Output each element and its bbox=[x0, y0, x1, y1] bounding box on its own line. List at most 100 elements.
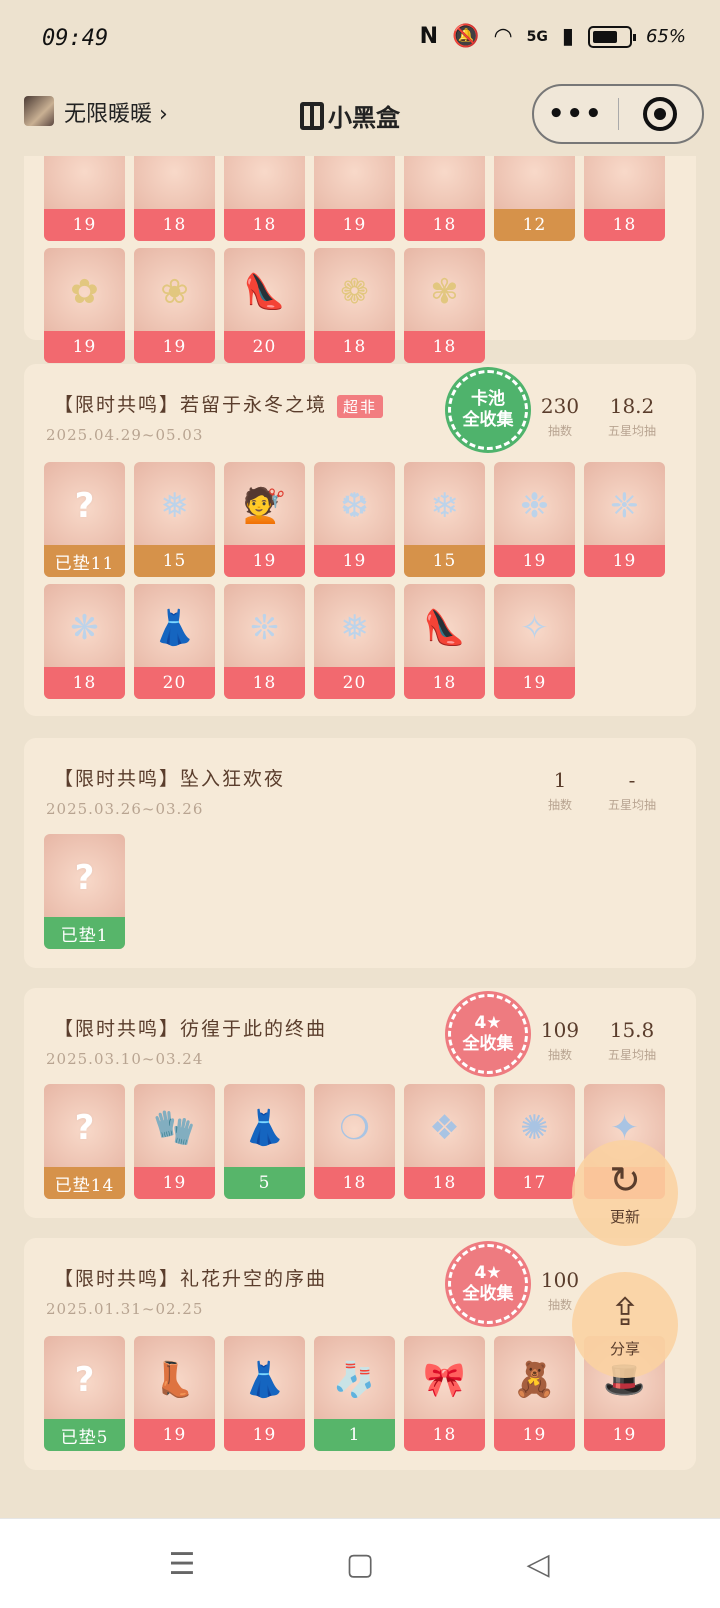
item-pull-count: 17 bbox=[494, 1167, 575, 1199]
item-card[interactable]: ❋ 18 bbox=[44, 584, 125, 699]
item-art: ✺ bbox=[520, 1108, 549, 1148]
item-card[interactable]: 18 bbox=[134, 156, 215, 241]
item-pity-count: 已垫1 bbox=[44, 917, 125, 949]
back-icon[interactable]: ◁ bbox=[518, 1547, 558, 1587]
item-card[interactable]: ✾ 18 bbox=[404, 248, 485, 363]
item-card-unknown[interactable]: ? 已垫1 bbox=[44, 834, 125, 949]
item-art: ❆ bbox=[340, 486, 369, 526]
battery-icon bbox=[587, 25, 636, 48]
item-pull-count: 18 bbox=[584, 209, 665, 241]
pull-count-label: 抽数 bbox=[547, 798, 572, 812]
item-pull-count: 18 bbox=[314, 331, 395, 363]
item-card[interactable]: ❀ 19 bbox=[134, 248, 215, 363]
item-pull-count: 19 bbox=[134, 1419, 215, 1451]
home-icon[interactable]: ▢ bbox=[340, 1547, 380, 1587]
item-card[interactable]: 👗 19 bbox=[224, 1336, 305, 1451]
item-card[interactable]: 19 bbox=[314, 156, 395, 241]
item-card[interactable]: 12 bbox=[494, 156, 575, 241]
item-art: 🧤 bbox=[153, 1108, 196, 1148]
pool-date: 2025.01.31~02.25 bbox=[46, 1300, 204, 1318]
item-card[interactable]: 18 bbox=[584, 156, 665, 241]
item-card[interactable]: ❈ 19 bbox=[584, 462, 665, 577]
item-card[interactable]: 🧤 19 bbox=[134, 1084, 215, 1199]
pool-title-text: 【限时共鸣】若留于永冬之境 bbox=[54, 394, 328, 416]
item-pull-count: 19 bbox=[44, 331, 125, 363]
refresh-button[interactable]: ↻ 更新 bbox=[572, 1140, 678, 1246]
game-avatar[interactable] bbox=[24, 96, 54, 126]
item-card[interactable]: ✧ 19 bbox=[494, 584, 575, 699]
status-time: 09:49 bbox=[42, 26, 109, 51]
item-art: ❄ bbox=[430, 486, 459, 526]
share-button[interactable]: ⇪ 分享 bbox=[572, 1272, 678, 1378]
item-pull-count: 19 bbox=[494, 1419, 575, 1451]
luck-tag: 超非 bbox=[337, 394, 384, 418]
item-pull-count: 19 bbox=[494, 545, 575, 577]
game-account-switch[interactable]: 无限暖暖 › bbox=[64, 96, 168, 128]
item-card[interactable]: 👠 18 bbox=[404, 584, 485, 699]
shoes-art: 👠 bbox=[243, 272, 286, 312]
item-pull-count: 18 bbox=[134, 209, 215, 241]
refresh-label: 更新 bbox=[609, 1207, 640, 1226]
item-card[interactable]: ❁ 18 bbox=[314, 248, 395, 363]
item-pull-count: 19 bbox=[134, 331, 215, 363]
pool-title: 【限时共鸣】礼花升空的序曲 bbox=[54, 1268, 328, 1290]
item-pull-count: 18 bbox=[404, 667, 485, 699]
item-card[interactable]: ❅ 20 bbox=[314, 584, 395, 699]
item-card[interactable]: 👠 20 bbox=[224, 248, 305, 363]
avg-pull-value: - bbox=[628, 768, 636, 792]
avg-pull-value: 18.2 bbox=[609, 394, 655, 418]
pool-title: 【限时共鸣】若留于永冬之境 超非 bbox=[54, 390, 384, 418]
four-star-collection-badge: 4★ 全收集 bbox=[448, 994, 528, 1074]
accessory-art: ✾ bbox=[430, 272, 459, 312]
item-art: 👗 bbox=[243, 1360, 286, 1400]
item-pull-count: 18 bbox=[44, 667, 125, 699]
item-pull-count: 18 bbox=[224, 209, 305, 241]
item-art bbox=[324, 156, 385, 204]
item-card[interactable]: 👗 20 bbox=[134, 584, 215, 699]
item-card[interactable]: 👗 5 bbox=[224, 1084, 305, 1199]
item-card[interactable]: 19 bbox=[44, 156, 125, 241]
item-card[interactable]: 🎀 18 bbox=[404, 1336, 485, 1451]
item-card[interactable]: 18 bbox=[224, 156, 305, 241]
item-card[interactable]: ❆ 19 bbox=[314, 462, 395, 577]
item-art bbox=[144, 156, 205, 204]
top-navbar: 无限暖暖 › 小黑盒 ••• bbox=[0, 80, 720, 156]
item-card[interactable]: 🧦 1 bbox=[314, 1336, 395, 1451]
item-card[interactable]: ❍ 18 bbox=[314, 1084, 395, 1199]
item-art bbox=[504, 156, 565, 204]
accessory-art: ✿ bbox=[70, 272, 99, 312]
more-button[interactable]: ••• bbox=[534, 99, 618, 129]
item-card[interactable]: ❖ 18 bbox=[404, 1084, 485, 1199]
item-pull-count: 19 bbox=[44, 209, 125, 241]
share-icon: ⇪ bbox=[609, 1289, 641, 1334]
item-card-unknown[interactable]: ? 已垫5 bbox=[44, 1336, 125, 1451]
item-card-unknown[interactable]: ? 已垫14 bbox=[44, 1084, 125, 1199]
item-grid: 19 18 18 19 18 12 18 ✿ 19 ❀ 19 👠 20 ❁ 18 ✾ 18 bbox=[44, 156, 684, 363]
item-art: 🎀 bbox=[423, 1360, 466, 1400]
item-grid: ? 已垫11 ❅ 15 💇 19 ❆ 19 ❄ 15 ❉ 19 ❈ 19 ❋ 18 👗 20 ❊ 1… bbox=[44, 462, 684, 699]
item-card-unknown[interactable]: ? 已垫11 bbox=[44, 462, 125, 577]
item-art: 👗 bbox=[243, 1108, 286, 1148]
menu-icon[interactable]: ☰ bbox=[162, 1547, 202, 1587]
item-card[interactable]: 18 bbox=[404, 156, 485, 241]
pull-count-value: 109 bbox=[540, 1018, 580, 1042]
item-card[interactable]: ❅ 15 bbox=[134, 462, 215, 577]
item-card[interactable]: 👢 19 bbox=[134, 1336, 215, 1451]
item-pity-count: 已垫11 bbox=[44, 545, 125, 577]
accessory-art: ❁ bbox=[340, 272, 369, 312]
item-card[interactable]: ❊ 18 bbox=[224, 584, 305, 699]
item-pull-count: 15 bbox=[134, 545, 215, 577]
item-card[interactable]: ✺ 17 bbox=[494, 1084, 575, 1199]
item-card[interactable]: 💇 19 bbox=[224, 462, 305, 577]
pull-count-label: 抽数 bbox=[547, 1048, 572, 1062]
item-art bbox=[234, 156, 295, 204]
item-card[interactable]: ❉ 19 bbox=[494, 462, 575, 577]
item-pull-count: 18 bbox=[404, 209, 485, 241]
item-art: 🧦 bbox=[333, 1360, 376, 1400]
item-card[interactable]: ✿ 19 bbox=[44, 248, 125, 363]
pull-count-stat: 1 抽数 bbox=[520, 768, 600, 813]
share-label: 分享 bbox=[609, 1339, 640, 1358]
item-card[interactable]: 🧸 19 bbox=[494, 1336, 575, 1451]
close-miniapp-button[interactable] bbox=[619, 97, 703, 131]
item-card[interactable]: ❄ 15 bbox=[404, 462, 485, 577]
